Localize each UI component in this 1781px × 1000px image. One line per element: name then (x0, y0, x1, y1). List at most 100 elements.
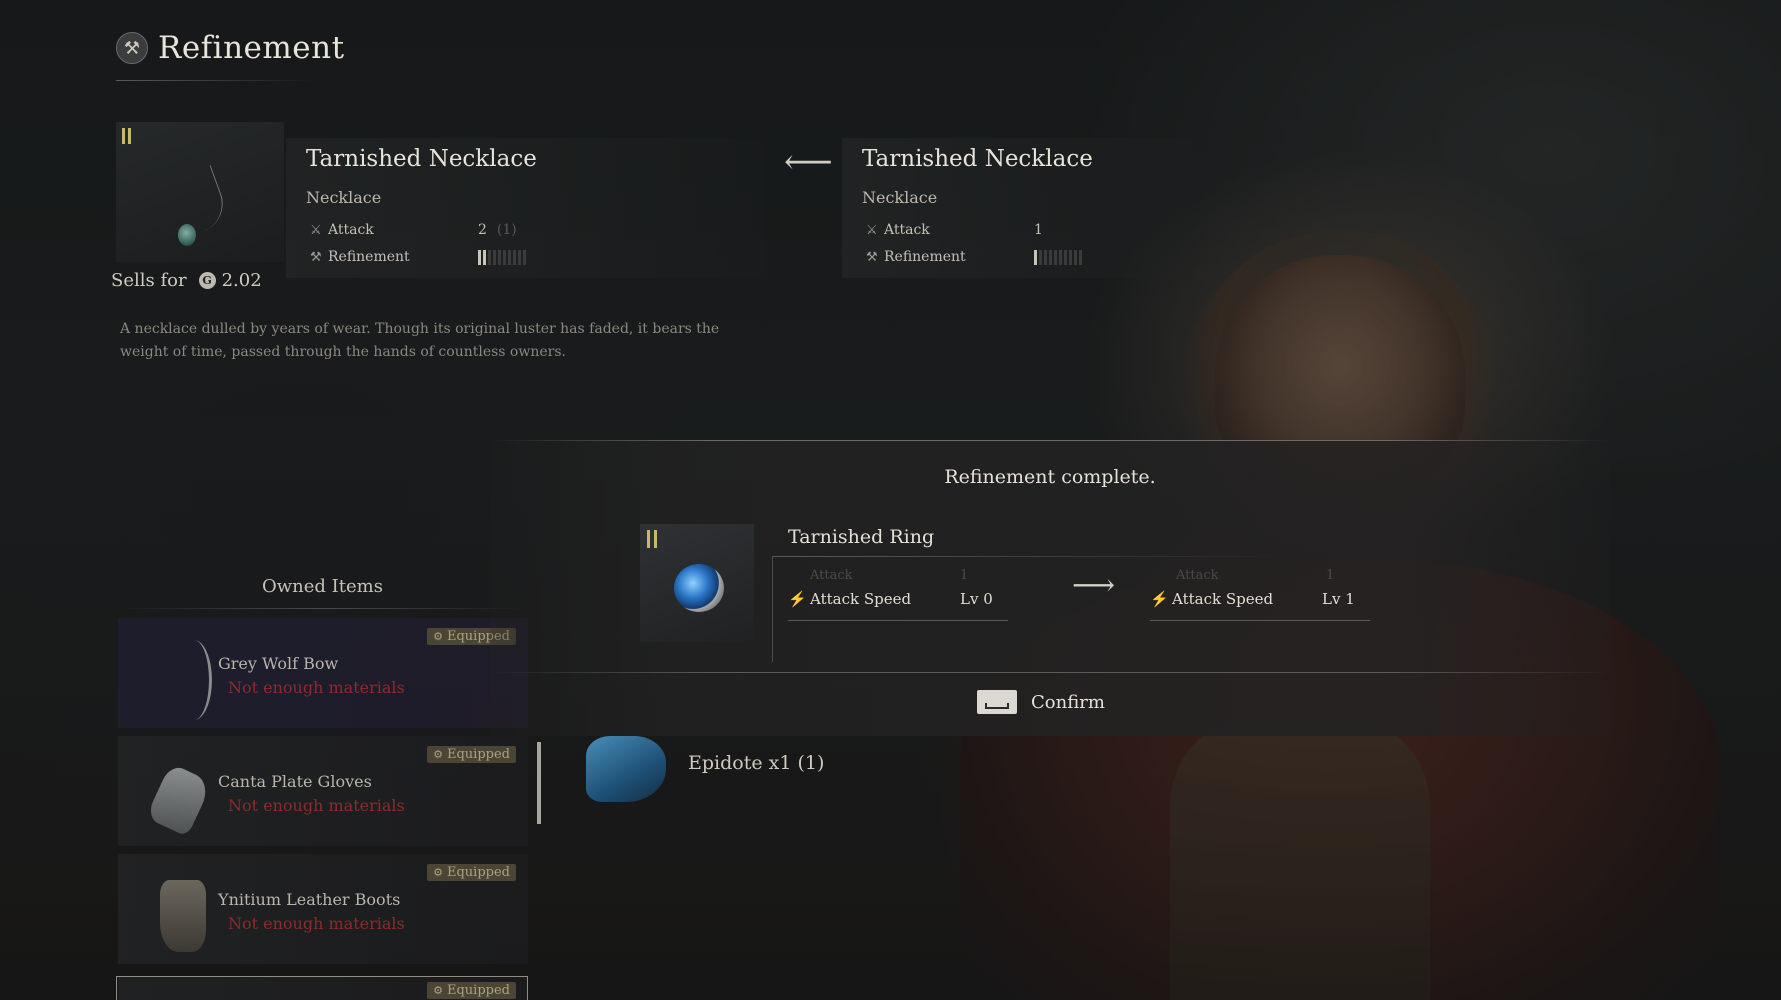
refinement-pip (1039, 249, 1042, 265)
confirm-label: Confirm (1031, 691, 1105, 713)
dialog-title: Refinement complete. (944, 466, 1156, 488)
selection-frame (116, 976, 528, 1000)
compare-arrow-icon: ⟵ (784, 142, 833, 182)
sword-icon: ⚔ (310, 222, 322, 238)
before-stat-label: Attack Speed (810, 590, 912, 608)
current-attack-row: ⚔ Attack 2 (1) (310, 222, 517, 238)
list-item-canta-plate-gloves[interactable]: Canta Plate Gloves Not enough materials … (118, 736, 528, 846)
refinement-icon: ⚒ (866, 249, 878, 265)
owned-items-divider (118, 608, 528, 609)
refinement-pip (1044, 249, 1047, 265)
before-stat-row: ⚡ Attack Speed Lv 0 (788, 590, 993, 608)
refinement-pip (1074, 249, 1077, 265)
boots-icon (136, 870, 206, 952)
current-item-name: Tarnished Necklace (306, 146, 537, 172)
material-label: Epidote x1 (1) (688, 752, 825, 774)
owned-items-title: Owned Items (262, 576, 383, 597)
refinement-pip (1049, 249, 1052, 265)
sells-label: Sells for (111, 270, 187, 291)
gloves-icon (136, 752, 213, 837)
spacebar-key-icon (977, 690, 1017, 714)
coin-icon: G (198, 272, 216, 289)
refinement-pip (518, 249, 521, 265)
ghost-attack-label: Attack (810, 568, 853, 583)
previous-refinement-row: ⚒ Refinement (866, 249, 1082, 265)
after-stat-value: Lv 1 (1322, 590, 1355, 608)
upgrade-arrow-icon: ⟶ (1072, 568, 1116, 603)
list-item-status: Not enough materials (228, 914, 405, 933)
list-item-ynitium-leather-boots[interactable]: Ynitium Leather Boots Not enough materia… (118, 854, 528, 964)
sapphire-ring-icon (674, 564, 724, 612)
refinement-pip (488, 249, 491, 265)
refinement-pip (498, 249, 501, 265)
refinement-pip (483, 249, 486, 265)
item-description: A necklace dulled by years of wear. Thou… (120, 321, 720, 360)
before-stat-underline (788, 620, 1008, 621)
refinement-pip (523, 249, 526, 265)
confirm-button[interactable]: Confirm (977, 690, 1105, 714)
header-divider (116, 80, 316, 81)
ring-column-divider (772, 556, 773, 662)
refinement-label: Refinement (884, 249, 966, 265)
after-stat-label: Attack Speed (1172, 590, 1274, 608)
previous-attack-row: ⚔ Attack 1 (866, 222, 1043, 238)
previous-item-card: Tarnished Necklace Necklace ⚔ Attack 1 ⚒… (842, 138, 1192, 278)
pause-marker-icon (122, 128, 131, 144)
refinement-pip (503, 249, 506, 265)
previous-item-type: Necklace (862, 188, 938, 207)
attack-speed-icon: ⚡ (788, 590, 807, 608)
sword-icon: ⚔ (866, 222, 878, 238)
ghost-attack-label-after: Attack (1176, 568, 1219, 583)
refinement-pip (1069, 249, 1072, 265)
refinement-pip (1079, 249, 1082, 265)
refinement-label: Refinement (328, 249, 410, 265)
attack-value: 1 (1034, 222, 1043, 238)
refinement-pip (1054, 249, 1057, 265)
attack-ghost-value: (1) (496, 222, 517, 238)
current-refinement-row: ⚒ Refinement (310, 249, 526, 265)
gear-icon: ⚙ (433, 866, 443, 879)
gear-icon: ⚙ (433, 748, 443, 761)
bow-icon (136, 634, 212, 720)
list-item-name: Grey Wolf Bow (218, 654, 339, 673)
refinement-pip (478, 249, 481, 265)
sells-for: Sells for G 2.02 (111, 270, 262, 291)
refinement-pip (493, 249, 496, 265)
current-item-card: Tarnished Necklace Necklace ⚔ Attack 2 (… (286, 138, 766, 278)
dialog-divider (490, 672, 1610, 673)
ring-name-divider (772, 556, 1292, 557)
epidote-material-icon (586, 736, 666, 802)
list-item-grey-wolf-bow[interactable]: Grey Wolf Bow Not enough materials ⚙ Equi… (118, 618, 528, 728)
refinement-pip (1034, 249, 1037, 265)
page-header: ⚒ Refinement (116, 30, 345, 66)
pause-marker-icon (647, 530, 657, 548)
attack-value: 2 (478, 222, 487, 238)
attack-label: Attack (328, 222, 374, 238)
before-stat-value: Lv 0 (960, 590, 993, 608)
refinement-hammer-icon: ⚒ (116, 32, 148, 64)
list-item-name: Ynitium Leather Boots (218, 890, 401, 909)
attack-speed-icon: ⚡ (1150, 590, 1169, 608)
ring-name: Tarnished Ring (788, 526, 935, 548)
ghost-attack-value-after: 1 (1326, 568, 1335, 583)
refinement-pips (1034, 249, 1082, 265)
dialog-top-border (490, 440, 1610, 441)
refinement-pip (1059, 249, 1062, 265)
list-scrollbar[interactable] (537, 742, 541, 824)
after-stat-underline (1150, 620, 1370, 621)
equipped-badge: ⚙ Equipped (427, 864, 516, 881)
refinement-pips (478, 249, 526, 265)
equipped-badge: ⚙ Equipped (427, 746, 516, 763)
refinement-pip (1064, 249, 1067, 265)
necklace-gem-icon (178, 224, 196, 246)
refinement-pip (513, 249, 516, 265)
attack-label: Attack (884, 222, 930, 238)
after-stat-row: ⚡ Attack Speed Lv 1 (1150, 590, 1355, 608)
refinement-pip (508, 249, 511, 265)
list-item-status: Not enough materials (228, 678, 405, 697)
refinement-icon: ⚒ (310, 249, 322, 265)
sells-value: 2.02 (221, 270, 262, 291)
current-item-type: Necklace (306, 188, 382, 207)
page-title: Refinement (158, 30, 345, 66)
ghost-attack-value: 1 (960, 568, 969, 583)
